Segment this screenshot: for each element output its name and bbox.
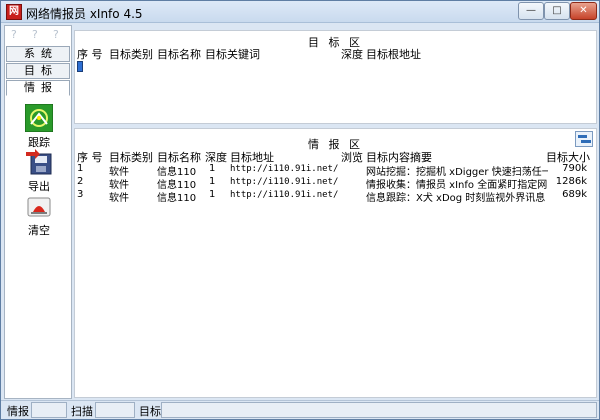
row-size: 689k — [562, 189, 587, 200]
help-icon[interactable]: ? — [53, 28, 59, 41]
row-category: 软件 — [109, 193, 129, 204]
column-header[interactable]: 目标类别 — [109, 46, 153, 62]
row-size: 790k — [562, 163, 587, 174]
column-header[interactable]: 目标根地址 — [366, 46, 421, 62]
tab-intel[interactable]: 情报 — [6, 80, 70, 96]
clear-button[interactable]: 清空 — [13, 192, 65, 238]
tab-system[interactable]: 系统 — [6, 46, 70, 62]
row-url[interactable]: http://i110.91i.net/ — [230, 190, 338, 200]
title-bar[interactable]: 网 网络情报员 xInfo 4.5 — □ ✕ — [1, 1, 599, 23]
row-size: 1286k — [555, 176, 587, 187]
status-scan-field — [95, 402, 135, 418]
help-row: ? ? ? — [5, 26, 71, 44]
clear-icon — [25, 192, 53, 220]
row-name: 信息110 — [157, 193, 197, 204]
status-intel-field — [31, 402, 67, 418]
row-summary: 信息跟踪：X犬 xDog 时刻监视外界讯息 — [366, 193, 546, 204]
export-button[interactable]: 导出 — [13, 148, 65, 194]
close-button[interactable]: ✕ — [570, 2, 597, 20]
help-icon[interactable]: ? — [32, 28, 38, 41]
row-url[interactable]: http://i110.91i.net/ — [230, 177, 338, 187]
intel-pane-title: 情 报 区 — [308, 138, 363, 151]
row-depth: 1 — [209, 189, 216, 200]
status-target-field — [161, 402, 597, 418]
column-header[interactable]: 目标名称 — [157, 46, 201, 62]
left-nav-panel: ? ? ? 系统 目标 情报 跟踪 导出 清空 — [4, 25, 72, 399]
row-url[interactable]: http://i110.91i.net/ — [230, 164, 338, 174]
tab-target[interactable]: 目标 — [6, 63, 70, 79]
column-header[interactable]: 深度 — [341, 46, 363, 62]
status-bar: 情报 扫描 目标 — [1, 400, 599, 419]
minimize-button[interactable]: — — [518, 2, 544, 20]
track-button[interactable]: 跟踪 — [13, 103, 65, 150]
target-pane-title: 目 标 区 — [308, 36, 363, 49]
selection-caret[interactable] — [77, 61, 83, 72]
row-number: 2 — [77, 176, 84, 187]
clear-label: 清空 — [28, 224, 50, 237]
status-intel-label: 情报 — [7, 405, 29, 418]
export-icon — [25, 148, 53, 176]
row-depth: 1 — [209, 163, 216, 174]
track-icon — [24, 103, 54, 133]
target-pane[interactable]: 目 标 区 序 号 目标类别 目标名称 目标关键词 深度 目标根地址 — [74, 30, 597, 124]
intel-pane[interactable]: 情 报 区 序 号 目标类别 目标名称 深度 目标地址 浏览 目标内容摘要 目标… — [74, 128, 597, 398]
maximize-button[interactable]: □ — [544, 2, 570, 20]
column-header[interactable]: 目标地址 — [230, 149, 274, 165]
app-window: 网 网络情报员 xInfo 4.5 — □ ✕ ? ? ? 系统 目标 情报 跟… — [0, 0, 600, 420]
row-depth: 1 — [209, 176, 216, 187]
column-header[interactable]: 浏览 — [341, 149, 363, 165]
column-header[interactable]: 序 号 — [77, 46, 103, 62]
status-scan-label: 扫描 — [71, 405, 93, 418]
column-header[interactable]: 目标关键词 — [205, 46, 260, 62]
status-target-label: 目标 — [139, 405, 161, 418]
help-icon[interactable]: ? — [11, 28, 17, 41]
row-number: 1 — [77, 163, 84, 174]
row-number: 3 — [77, 189, 84, 200]
app-icon: 网 — [6, 4, 22, 20]
window-title: 网络情报员 xInfo 4.5 — [26, 7, 143, 21]
